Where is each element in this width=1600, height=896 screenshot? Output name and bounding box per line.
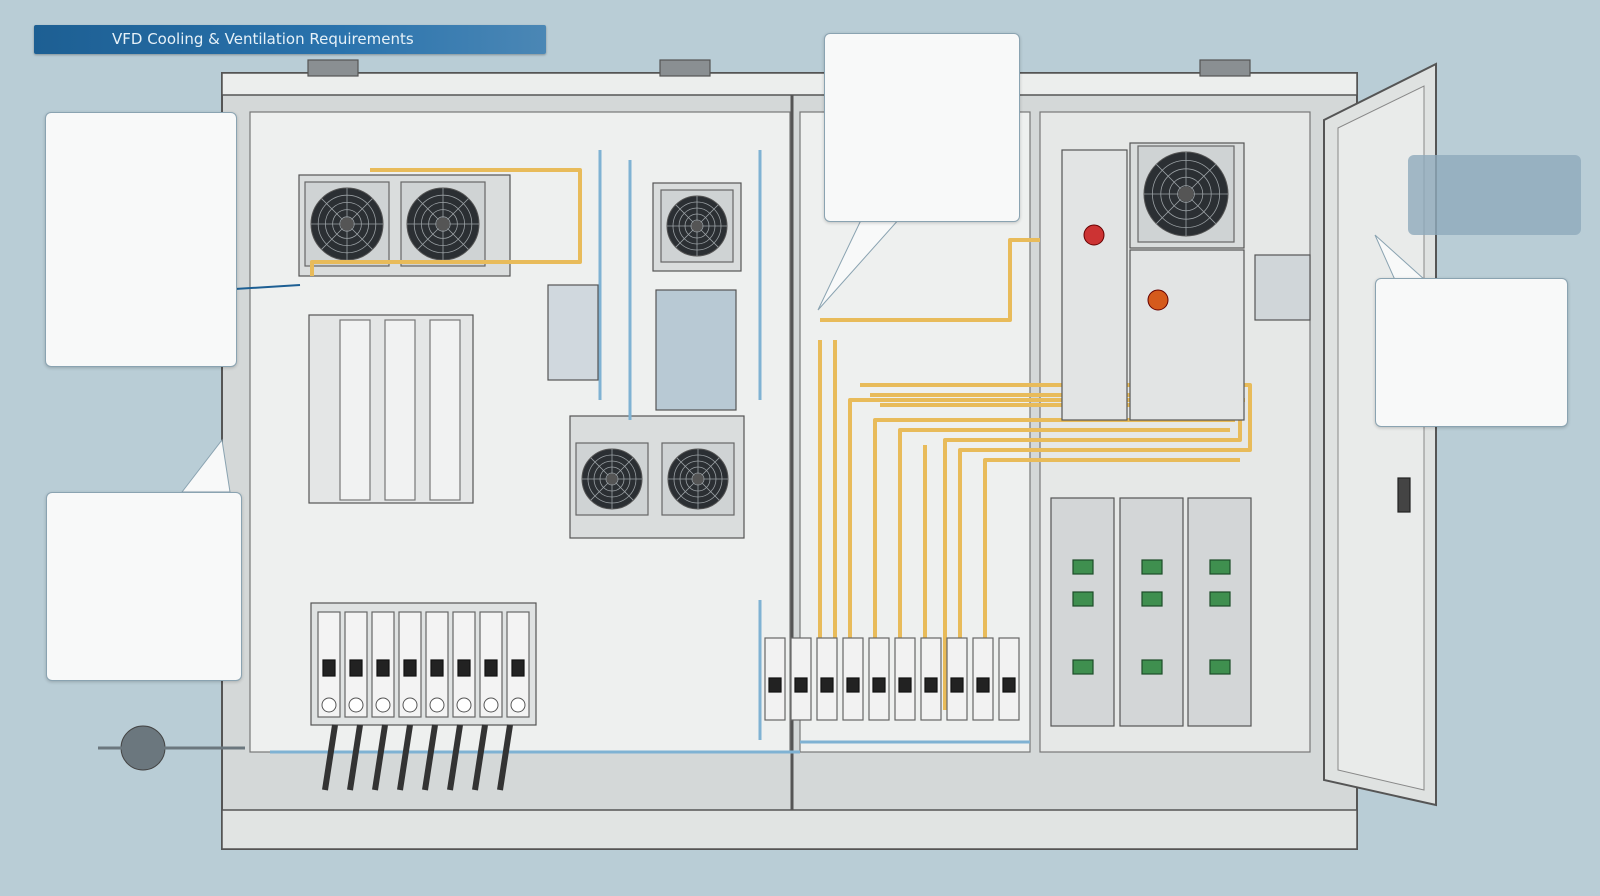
cabinet-base: [221, 809, 1358, 850]
vfd-status-display: [1072, 591, 1094, 607]
lifting-eye: [1199, 59, 1251, 77]
lifting-eye: [659, 59, 711, 77]
relay-module: [1254, 254, 1311, 321]
title-banner: VFD Cooling & Ventilation Requirements: [34, 25, 546, 54]
control-panel-right: [1129, 249, 1245, 421]
terminal-contact: [976, 677, 990, 693]
callout-pointer: [180, 438, 231, 493]
fan-hub: [436, 217, 450, 231]
fan-hub: [691, 220, 703, 232]
vfd-status-display: [1141, 559, 1163, 575]
terminal-contact: [1002, 677, 1016, 693]
vfd-status-display: [1209, 591, 1231, 607]
breaker-toggle: [511, 659, 525, 677]
diagram-title: VFD Cooling & Ventilation Requirements: [112, 30, 414, 48]
control-unit: [547, 284, 599, 381]
lifting-eye: [307, 59, 359, 77]
vfd-status-display: [1141, 659, 1163, 675]
vfd-cabinet-illustration: [98, 59, 1437, 850]
breaker-toggle: [430, 659, 444, 677]
vfd-drive-icon: [1119, 497, 1184, 727]
callout-left-upper: [45, 112, 237, 367]
breaker-terminal: [483, 697, 499, 713]
fan-hub: [1178, 186, 1194, 202]
breaker-toggle: [349, 659, 363, 677]
terminal-contact: [872, 677, 886, 693]
fan-hub: [340, 217, 354, 231]
breaker-terminal: [429, 697, 445, 713]
heat-exchanger: [655, 289, 737, 411]
breaker-toggle: [457, 659, 471, 677]
terminal-contact: [794, 677, 808, 693]
heatsink-fin-block: [339, 319, 371, 501]
breaker-toggle: [484, 659, 498, 677]
breaker-terminal: [456, 697, 472, 713]
terminal-contact: [924, 677, 938, 693]
emergency-stop-icon: [1147, 289, 1169, 311]
door-handle: [1397, 477, 1411, 513]
callout-top-center: [824, 33, 1020, 222]
terminal-contact: [950, 677, 964, 693]
breaker-toggle: [403, 659, 417, 677]
heatsink-fin-block: [429, 319, 461, 501]
breaker-terminal: [402, 697, 418, 713]
terminal-contact: [846, 677, 860, 693]
breaker-terminal: [321, 697, 337, 713]
vfd-status-display: [1072, 659, 1094, 675]
emergency-stop-icon: [1083, 224, 1105, 246]
fan-hub: [692, 473, 704, 485]
heatsink-fin-block: [384, 319, 416, 501]
callout-right: [1375, 278, 1568, 427]
info-panel-right: [1408, 155, 1581, 235]
vfd-drive-icon: [1187, 497, 1252, 727]
breaker-terminal: [348, 697, 364, 713]
terminal-contact: [898, 677, 912, 693]
breaker-terminal: [510, 697, 526, 713]
vfd-drive-icon: [1050, 497, 1115, 727]
control-panel: [1061, 149, 1128, 421]
breaker-toggle: [376, 659, 390, 677]
vfd-status-display: [1072, 559, 1094, 575]
callout-left-lower: [46, 492, 242, 681]
terminal-contact: [768, 677, 782, 693]
vfd-status-display: [1209, 659, 1231, 675]
fan-hub: [606, 473, 618, 485]
breaker-toggle: [322, 659, 336, 677]
breaker-terminal: [375, 697, 391, 713]
vfd-status-display: [1209, 559, 1231, 575]
vfd-status-display: [1141, 591, 1163, 607]
cabinet-top-rail: [221, 72, 1358, 96]
terminal-contact: [820, 677, 834, 693]
